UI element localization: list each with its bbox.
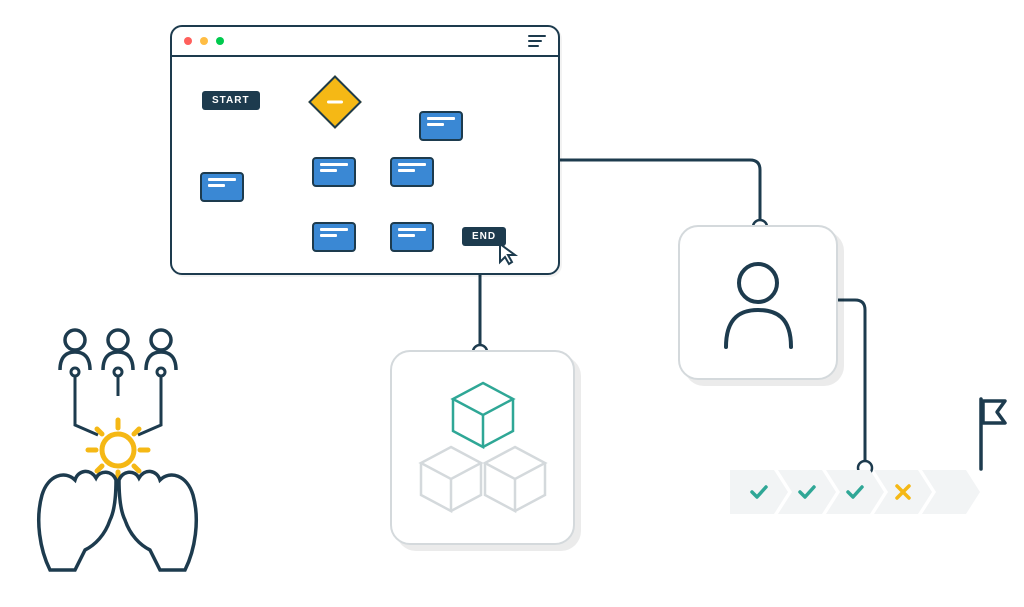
maximize-dot-icon (216, 37, 224, 45)
flow-node (312, 222, 356, 252)
check-icon (795, 480, 819, 504)
progress-track (730, 470, 970, 515)
progress-step (730, 470, 788, 514)
user-card (678, 225, 838, 380)
flag-icon (975, 395, 1010, 473)
close-dot-icon (184, 37, 192, 45)
cross-icon (891, 480, 915, 504)
window-titlebar (172, 27, 558, 57)
user-icon (716, 255, 801, 350)
team-users-icon (60, 330, 176, 370)
flowchart-area: START END (172, 57, 558, 273)
flow-node (312, 157, 356, 187)
flow-node (419, 111, 463, 141)
flow-node (200, 172, 244, 202)
flow-node (390, 222, 434, 252)
flowchart-window: START END (170, 25, 560, 275)
cubes-icon (413, 375, 553, 520)
start-node: START (202, 91, 260, 110)
check-icon (843, 480, 867, 504)
traffic-lights (184, 37, 224, 45)
minimize-dot-icon (200, 37, 208, 45)
gear-icon (88, 420, 148, 480)
diagram-canvas: START END (0, 0, 1024, 607)
check-icon (747, 480, 771, 504)
cubes-card (390, 350, 575, 545)
hamburger-icon (528, 35, 546, 47)
team-support-illustration (20, 320, 215, 570)
hands-icon (39, 471, 197, 570)
decision-node (308, 75, 362, 129)
flow-node (390, 157, 434, 187)
cursor-icon (497, 242, 521, 266)
